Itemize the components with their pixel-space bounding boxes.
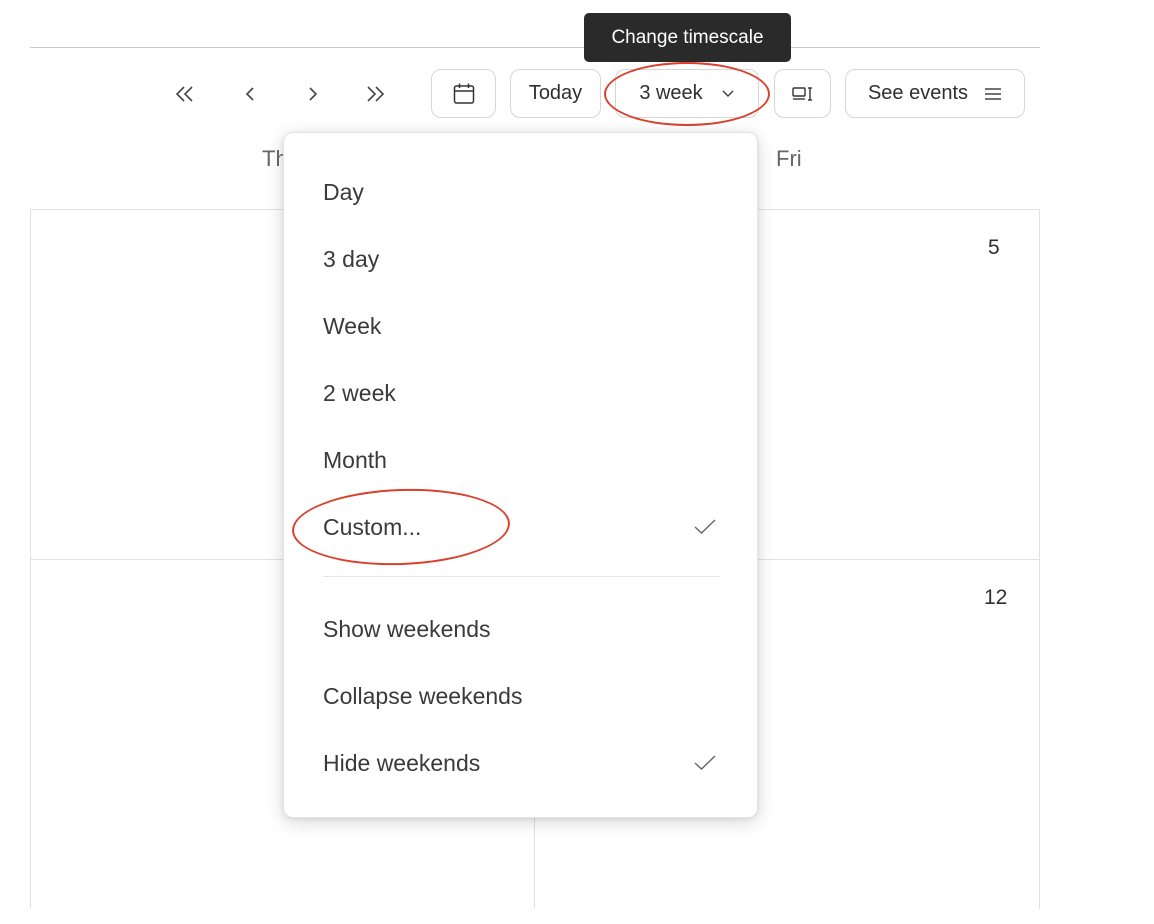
calendar-picker-button[interactable] [431, 69, 496, 118]
menu-item-show-weekends[interactable]: Show weekends [284, 601, 757, 657]
grid-right-border [1039, 209, 1040, 909]
jump-back-button[interactable] [168, 78, 202, 110]
menu-item-label: Custom... [323, 513, 422, 540]
see-events-label: See events [867, 82, 969, 104]
menu-item-label: Collapse weekends [323, 682, 523, 709]
grid-left-border [30, 209, 31, 909]
day-number-12[interactable]: 12 [984, 586, 1007, 610]
menu-item-label: 2 week [323, 379, 396, 406]
menu-item-label: Show weekends [323, 615, 491, 642]
chevron-right-icon [309, 87, 318, 101]
menu-item-hide-weekends[interactable]: Hide weekends [284, 735, 757, 791]
timescale-value: 3 week [639, 82, 703, 104]
checkmark-icon [693, 754, 717, 772]
menu-separator [323, 576, 720, 577]
menu-item-3-day[interactable]: 3 day [284, 231, 757, 287]
menu-item-label: Month [323, 446, 387, 473]
jump-forward-button[interactable] [358, 78, 392, 110]
timescale-dropdown-button[interactable]: 3 week [615, 69, 759, 118]
menu-item-month[interactable]: Month [284, 432, 757, 488]
next-button[interactable] [296, 78, 330, 110]
today-button[interactable]: Today [510, 69, 601, 118]
see-events-button[interactable]: See events [845, 69, 1025, 118]
menu-item-custom[interactable]: Custom... [284, 499, 757, 555]
menu-item-2-week[interactable]: 2 week [284, 365, 757, 421]
menu-lines-icon [984, 87, 1002, 101]
menu-item-label: Hide weekends [323, 749, 481, 776]
previous-button[interactable] [233, 78, 267, 110]
double-chevron-left-icon [175, 86, 193, 102]
menu-item-day[interactable]: Day [284, 164, 757, 220]
menu-item-label: Day [323, 178, 364, 205]
chevron-down-icon [721, 89, 735, 99]
double-chevron-right-icon [367, 86, 385, 102]
timescale-menu: Day 3 day Week 2 week Month Custom... Sh… [283, 132, 758, 818]
menu-item-label: 3 day [323, 245, 380, 272]
menu-item-label: Week [323, 312, 382, 339]
menu-item-week[interactable]: Week [284, 298, 757, 354]
layout-toggle-button[interactable] [774, 69, 831, 118]
day-number-5[interactable]: 5 [988, 236, 1000, 260]
menu-item-collapse-weekends[interactable]: Collapse weekends [284, 668, 757, 724]
calendar-icon [453, 83, 474, 104]
chevron-left-icon [245, 87, 254, 101]
checkmark-icon [693, 518, 717, 536]
layout-toggle-icon [791, 86, 812, 101]
tooltip-text: Change timescale [611, 26, 764, 48]
timescale-tooltip: Change timescale [584, 13, 791, 62]
day-header-friday: Fri [776, 146, 802, 171]
today-label: Today [528, 82, 583, 104]
top-divider [30, 47, 1040, 48]
